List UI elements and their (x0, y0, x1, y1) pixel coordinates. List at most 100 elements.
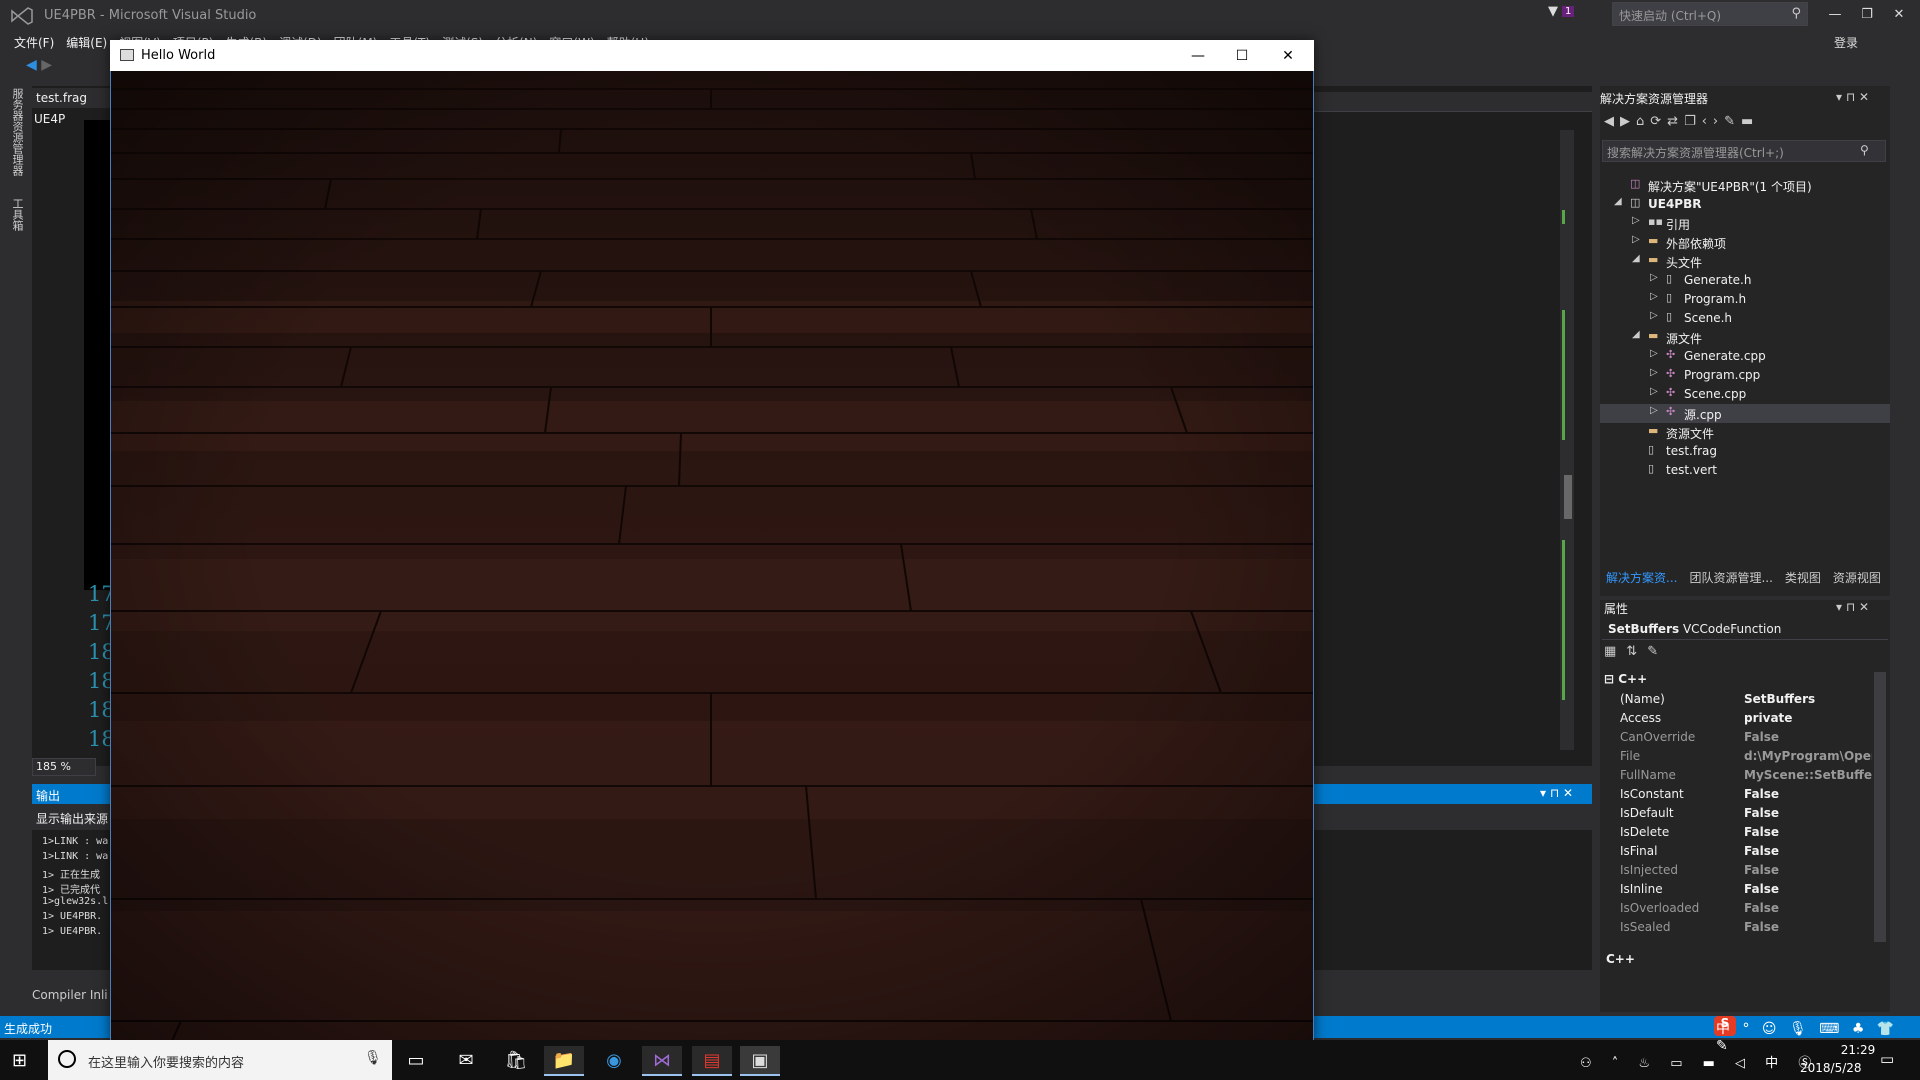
solution-tree-item[interactable]: ▯ test.frag (1600, 442, 1890, 461)
property-value[interactable]: False (1744, 882, 1872, 896)
property-value[interactable]: MyScene::SetBuffers (1744, 768, 1872, 782)
menu-file[interactable]: 文件(F) (8, 32, 60, 52)
solution-tree-item[interactable]: ◫ 解决方案"UE4PBR"(1 个项目) (1600, 176, 1890, 195)
solution-tree-item[interactable]: ▬ 资源文件 (1600, 423, 1890, 442)
collapse-icon[interactable]: ▬ (1741, 114, 1759, 129)
hello-world-title-bar[interactable] (110, 40, 1314, 71)
solution-explorer-controls[interactable]: ▾ ⊓ ✕ (1836, 90, 1869, 104)
property-row[interactable]: IsDefault False (1606, 804, 1872, 823)
hello-minimize-button[interactable]: — (1176, 44, 1220, 68)
solution-tree-item[interactable]: ▷ ▯ Scene.h (1600, 309, 1890, 328)
ime-language[interactable]: 中 (1765, 1056, 1786, 1071)
properties-scrollbar[interactable] (1874, 672, 1886, 942)
menu-edit[interactable]: 编辑(E) (60, 32, 113, 52)
home-icon[interactable]: ⌂ (1636, 114, 1650, 129)
solution-tree-item[interactable]: ▯ test.vert (1600, 461, 1890, 480)
property-value[interactable]: False (1744, 863, 1872, 877)
zoom-selector[interactable]: 185 % (32, 758, 96, 776)
editor-file-selector[interactable]: UE4P (34, 112, 65, 126)
solution-tree-item[interactable]: ▷ ✣ Program.cpp (1600, 366, 1890, 385)
minimize-button[interactable]: — (1820, 4, 1850, 26)
collapsed-arrow-icon[interactable]: ▷ (1632, 234, 1640, 245)
solution-tree-item[interactable]: ◢ ▬ 源文件 (1600, 328, 1890, 347)
solution-tree-item[interactable]: ▷ ✣ Generate.cpp (1600, 347, 1890, 366)
system-tray[interactable]: ⚇ ˄ ♨ ▭ ▬ ◁ 中 Ⓢ (1580, 1052, 1819, 1071)
editor-scroll-thumb[interactable] (1564, 475, 1572, 519)
file-explorer-icon[interactable]: 📁 (544, 1046, 584, 1076)
back-icon[interactable]: ◀ (1604, 114, 1620, 129)
property-value[interactable]: False (1744, 730, 1872, 744)
property-row[interactable]: Access private (1606, 709, 1872, 728)
expanded-arrow-icon[interactable]: ◢ (1632, 253, 1640, 264)
expanded-arrow-icon[interactable]: ◢ (1632, 329, 1640, 340)
collapsed-arrow-icon[interactable]: ▷ (1650, 348, 1658, 359)
property-row[interactable]: IsDelete False (1606, 823, 1872, 842)
sogou-browser-icon[interactable]: ◉ (594, 1046, 634, 1076)
clock-date[interactable]: 2018/5/28 (1800, 1061, 1862, 1075)
task-view-icon[interactable]: ▭ (396, 1046, 436, 1076)
property-value[interactable]: d:\MyProgram\Oper (1744, 749, 1872, 763)
solution-tree-item[interactable]: ▷ ✣ Scene.cpp (1600, 385, 1890, 404)
property-value[interactable]: False (1744, 825, 1872, 839)
sync-icon[interactable]: ⟳ (1650, 114, 1667, 129)
property-value[interactable]: False (1744, 787, 1872, 801)
ime-toolbar[interactable]: 中 ° ☺ 🎙 ⌨ ♣ 👕 ✎ (1716, 1018, 1920, 1054)
property-value[interactable]: private (1744, 711, 1872, 725)
collapsed-arrow-icon[interactable]: ▷ (1650, 310, 1658, 321)
wrench-icon[interactable]: ✎ (1724, 114, 1741, 129)
hello-maximize-button[interactable]: ☐ (1220, 44, 1264, 68)
solution-tree-item[interactable]: ▷ ▯ Program.h (1600, 290, 1890, 309)
property-row[interactable]: (Name) SetBuffers (1606, 690, 1872, 709)
notification-flag-icon[interactable]: ▼ (1548, 4, 1558, 19)
property-row[interactable]: IsFinal False (1606, 842, 1872, 861)
collapse-icon[interactable]: ⊟ (1604, 672, 1618, 686)
forward-icon[interactable]: ▶ (41, 57, 52, 73)
collapsed-arrow-icon[interactable]: ▷ (1632, 215, 1640, 226)
tab-resource-view[interactable]: 资源视图 (1827, 568, 1887, 586)
solution-tree-item[interactable]: ▷ ▯ Generate.h (1600, 271, 1890, 290)
taskbar-search-box[interactable]: 在这里输入你要搜索的内容 (48, 1040, 392, 1080)
back-icon[interactable]: ◀ (26, 57, 37, 73)
property-value[interactable]: False (1744, 844, 1872, 858)
property-object-selector[interactable]: SetBuffers VCCodeFunction (1602, 620, 1888, 640)
solution-tree-item[interactable]: ▷ ✣ 源.cpp (1600, 404, 1890, 423)
render-canvas[interactable] (111, 71, 1313, 1043)
windows-start-icon[interactable]: ⊞ (12, 1050, 27, 1071)
property-row[interactable]: IsInline False (1606, 880, 1872, 899)
property-row[interactable]: IsOverloaded False (1606, 899, 1872, 918)
forward-icon[interactable]: ▶ (1620, 114, 1636, 129)
quick-launch-input[interactable]: 快速启动 (Ctrl+Q) ⚲ (1612, 2, 1808, 26)
copy-icon[interactable]: ❐ (1684, 114, 1702, 129)
expanded-arrow-icon[interactable]: ◢ (1614, 196, 1622, 207)
solution-tree-item[interactable]: ▷ ▪▪ 引用 (1600, 214, 1890, 233)
properties-controls[interactable]: ▾ ⊓ ✕ (1836, 600, 1869, 614)
visual-studio-taskbar-icon[interactable]: ⋈ (642, 1046, 682, 1076)
microphone-icon[interactable]: 🎙 (364, 1050, 382, 1066)
restore-button[interactable]: ❐ (1852, 4, 1882, 26)
property-row[interactable]: CanOverride False (1606, 728, 1872, 747)
tab-solution-explorer[interactable]: 解决方案资... (1600, 568, 1683, 586)
tab-team-explorer[interactable]: 团队资源管理... (1683, 568, 1778, 586)
property-row[interactable]: File d:\MyProgram\Oper (1606, 747, 1872, 766)
property-value[interactable]: False (1744, 901, 1872, 915)
property-row[interactable]: IsSealed False (1606, 918, 1872, 937)
collapsed-arrow-icon[interactable]: ▷ (1650, 291, 1658, 302)
swap-icon[interactable]: ⇄ (1667, 114, 1684, 129)
collapsed-arrow-icon[interactable]: ▷ (1650, 386, 1658, 397)
solution-tree-item[interactable]: ▷ ▬ 外部依赖项 (1600, 233, 1890, 252)
output-panel-controls[interactable]: ▾ ⊓ ✕ (1540, 786, 1573, 800)
code-view-icon[interactable]: ‹› (1702, 114, 1724, 129)
server-explorer-tab[interactable]: 服务器资源管理器 (9, 88, 25, 176)
categorized-icon[interactable]: ▦ (1604, 644, 1626, 659)
toolbox-tab[interactable]: 工具箱 (9, 198, 25, 231)
collapsed-arrow-icon[interactable]: ▷ (1650, 272, 1658, 283)
property-category[interactable]: ⊟ C++ (1604, 672, 1647, 686)
property-pages-icon[interactable]: ✎ (1647, 644, 1668, 659)
store-icon[interactable]: 🛍 (496, 1046, 536, 1076)
mail-icon[interactable]: ✉ (446, 1046, 486, 1076)
property-row[interactable]: IsInjected False (1606, 861, 1872, 880)
collapsed-arrow-icon[interactable]: ▷ (1650, 405, 1658, 416)
property-value[interactable]: False (1744, 920, 1872, 934)
hello-world-taskbar-icon[interactable]: ▣ (740, 1046, 780, 1076)
solution-tree-item[interactable]: ◢ ◫ UE4PBR (1600, 195, 1890, 214)
